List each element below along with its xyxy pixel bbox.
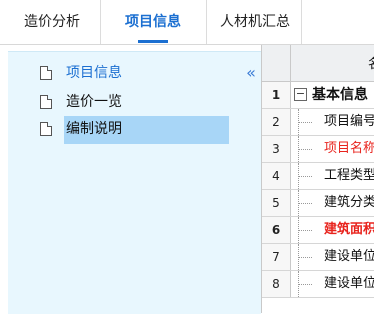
document-icon [40,66,52,80]
left-navigation-panel: 项目信息 造价一览 编制说明 « [0,45,261,314]
table-row[interactable]: 3 项目名称 [262,136,374,163]
row-number: 5 [262,190,291,216]
row-number: 4 [262,163,291,189]
tree-connector [298,257,312,259]
row-number: 1 [262,82,291,108]
table-row[interactable]: 2 项目编号 [262,109,374,136]
tree-connector [298,176,312,178]
nav-item-cost-overview[interactable]: 造价一览 [8,89,228,115]
table-row[interactable]: 1 − 基本信息 [262,82,374,109]
project-info-grid: 名 1 − 基本信息 2 项目编号 3 项目名称 4 工程类型 5 建筑分类 6… [261,45,374,313]
row-number: 2 [262,109,291,135]
table-row[interactable]: 6 建筑面积 [262,217,374,244]
tab-divider [301,0,302,44]
tab-divider [206,0,207,44]
row-name-cell[interactable]: 工程类型 [324,163,374,189]
row-number: 6 [262,217,291,243]
tree-connector [298,149,312,151]
table-row[interactable]: 8 建设单位 [262,271,374,298]
document-icon [40,95,52,109]
tab-cost-analysis[interactable]: 造价分析 [8,0,96,44]
row-name-cell[interactable]: 建设单位 [324,271,374,297]
row-name-cell[interactable]: 项目名称 [324,136,374,162]
name-column-header-label: 名 [368,53,374,72]
collapse-toggle-icon[interactable]: − [294,88,307,101]
row-number-header [262,45,291,81]
grid-header: 名 [262,45,374,82]
nav-item-compilation-notes[interactable]: 编制说明 [8,116,233,144]
navigation-tree: 项目信息 造价一览 编制说明 « [8,51,261,314]
double-chevron-left-icon[interactable]: « [240,64,262,82]
table-row[interactable]: 4 工程类型 [262,163,374,190]
row-number: 7 [262,244,291,270]
nav-item-project-info[interactable]: 项目信息 [8,60,228,86]
nav-item-label: 编制说明 [66,121,122,137]
document-icon [40,122,52,136]
row-name-cell[interactable]: 建筑面积 [324,217,374,243]
top-tab-bar: 造价分析 项目信息 人材机汇总 [0,0,374,45]
active-tab-indicator [138,40,168,43]
tab-project-info[interactable]: 项目信息 [101,0,205,44]
tree-connector [298,230,312,232]
row-name-cell[interactable]: 项目编号 [324,109,374,135]
name-column-header[interactable]: 名 [291,45,374,81]
row-number: 3 [262,136,291,162]
table-row[interactable]: 5 建筑分类 [262,190,374,217]
nav-item-label: 项目信息 [66,65,122,81]
tree-connector [298,284,312,286]
row-number: 8 [262,271,291,297]
row-name-cell[interactable]: 建筑分类 [324,190,374,216]
tab-labor-material-summary[interactable]: 人材机汇总 [210,0,300,44]
tree-connector [298,203,312,205]
table-row[interactable]: 7 建设单位 [262,244,374,271]
nav-item-label: 造价一览 [66,94,122,110]
row-name-cell[interactable]: 建设单位 [324,244,374,270]
tree-connector [298,122,312,124]
row-name-cell[interactable]: 基本信息 [312,82,374,108]
